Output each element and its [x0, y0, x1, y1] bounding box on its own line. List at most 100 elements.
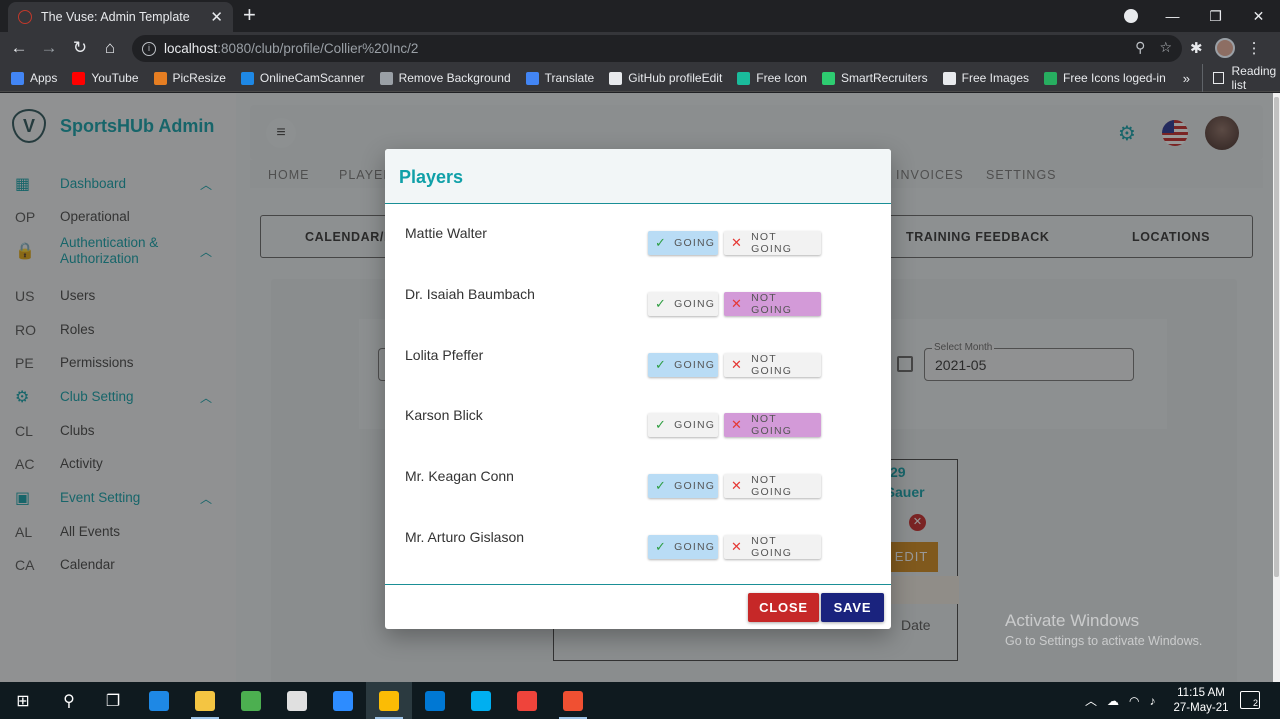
not-going-label: NOT GOING: [751, 535, 793, 559]
bookmark-item[interactable]: Free Images: [942, 71, 1030, 85]
not-going-button[interactable]: ✕ NOT GOING: [724, 352, 821, 377]
going-label: GOING: [674, 419, 716, 432]
close-icon: ✕: [731, 417, 744, 433]
close-icon: ✕: [731, 356, 744, 372]
vscode-icon[interactable]: [412, 682, 458, 719]
bookmark-label: Free Images: [961, 71, 1030, 85]
site-info-icon[interactable]: i: [142, 41, 156, 56]
tray-chevron-icon[interactable]: ︿: [1085, 692, 1097, 709]
going-button[interactable]: ✓ GOING: [648, 474, 718, 499]
zoom-icon[interactable]: ⚲: [1135, 39, 1145, 56]
bookmark-item[interactable]: Free Icons loged-in: [1044, 71, 1166, 85]
close-tab-icon[interactable]: ✕: [210, 8, 223, 26]
close-window-icon[interactable]: ✕: [1237, 8, 1280, 25]
going-button[interactable]: ✓ GOING: [648, 231, 718, 255]
wifi-icon[interactable]: ◠: [1129, 694, 1139, 708]
player-name: Mattie Walter: [405, 225, 487, 241]
task-view-icon[interactable]: ❐: [90, 682, 136, 719]
not-going-button[interactable]: ✕ NOT GOING: [724, 413, 821, 438]
check-icon: ✓: [655, 417, 668, 433]
bookmark-label: GitHub profileEdit: [628, 71, 723, 85]
not-going-button[interactable]: ✕ NOT GOING: [724, 231, 821, 255]
bookmark-favicon-icon: [1044, 71, 1058, 85]
reading-list-label: Reading list: [1231, 64, 1277, 92]
bookmarks-bar: Apps YouTube PicResize OnlineCamScanner Remo…: [0, 64, 1280, 92]
git-icon[interactable]: [550, 682, 596, 719]
clock-date: 27-May-21: [1173, 702, 1229, 714]
bookmark-item[interactable]: Remove Background: [379, 71, 511, 85]
bookmark-star-icon[interactable]: ☆: [1159, 39, 1172, 56]
zoom-app-icon[interactable]: [320, 682, 366, 719]
bookmark-label: Free Icons loged-in: [1063, 71, 1166, 85]
going-button[interactable]: ✓ GOING: [648, 352, 718, 377]
reading-list-button[interactable]: Reading list: [1202, 64, 1280, 92]
maximize-icon[interactable]: ❐: [1194, 8, 1237, 25]
scrollbar-thumb[interactable]: [1274, 97, 1279, 577]
search-icon[interactable]: ⚲: [46, 682, 92, 719]
bookmark-favicon-icon: [525, 71, 539, 85]
address-bar[interactable]: i localhost:8080/club/profile/Collier%20…: [132, 35, 1182, 62]
forward-icon[interactable]: →: [38, 38, 60, 58]
bookmark-favicon-icon: [821, 71, 835, 85]
close-icon: ✕: [731, 295, 744, 311]
volume-icon[interactable]: ♪: [1150, 694, 1156, 708]
bookmark-favicon-icon: [609, 71, 623, 85]
not-going-button[interactable]: ✕ NOT GOING: [724, 474, 821, 499]
more-bookmarks-icon[interactable]: »: [1183, 71, 1190, 86]
mail-icon[interactable]: [274, 682, 320, 719]
going-button[interactable]: ✓ GOING: [648, 291, 718, 316]
going-button[interactable]: ✓ GOING: [648, 535, 718, 559]
onedrive-icon[interactable]: ☁: [1107, 694, 1119, 708]
not-going-label: NOT GOING: [751, 231, 793, 255]
not-going-button[interactable]: ✕ NOT GOING: [724, 535, 821, 559]
clock[interactable]: 11:15 AM 27-May-21: [1170, 686, 1232, 716]
bookmark-item[interactable]: OnlineCamScanner: [240, 71, 365, 85]
going-button[interactable]: ✓ GOING: [648, 413, 718, 438]
reload-icon[interactable]: ↻: [69, 38, 91, 58]
dialog-footer: CLOSE SAVE: [385, 586, 891, 629]
bookmark-label: Remove Background: [398, 71, 511, 85]
start-windows-icon[interactable]: ⊞: [0, 682, 46, 719]
menu-dots-icon[interactable]: ⋮: [1247, 39, 1262, 57]
bookmark-item[interactable]: Apps: [11, 71, 57, 85]
bookmark-item[interactable]: Free Icon: [737, 71, 807, 85]
bookmark-label: Free Icon: [756, 71, 807, 85]
check-icon: ✓: [655, 539, 668, 554]
browser-toolbar: ← → ↻ ⌂ i localhost:8080/club/profile/Co…: [0, 32, 1280, 65]
bookmark-item[interactable]: GitHub profileEdit: [609, 71, 722, 85]
anydesk-icon[interactable]: [504, 682, 550, 719]
not-going-label: NOT GOING: [751, 413, 793, 438]
close-button[interactable]: CLOSE: [748, 593, 819, 622]
bookmark-favicon-icon: [11, 71, 24, 85]
media-control-icon[interactable]: [1124, 9, 1138, 23]
save-button[interactable]: SAVE: [821, 593, 884, 622]
not-going-label: NOT GOING: [751, 291, 793, 316]
notification-center-icon[interactable]: 2: [1240, 691, 1260, 709]
browser-tab[interactable]: The Vuse: Admin Template ✕: [8, 2, 233, 32]
store-icon[interactable]: [228, 682, 274, 719]
bookmark-item[interactable]: PicResize: [153, 71, 226, 85]
system-tray: ︿ ☁ ◠ ♪: [1085, 682, 1156, 719]
skype-icon[interactable]: [458, 682, 504, 719]
back-icon[interactable]: ←: [8, 38, 30, 58]
vuse-favicon-icon: [18, 10, 32, 24]
edge-icon[interactable]: [136, 682, 182, 719]
file-explorer-icon[interactable]: [182, 682, 228, 719]
bookmark-item[interactable]: SmartRecruiters: [821, 71, 928, 85]
minimize-icon[interactable]: —: [1151, 8, 1194, 24]
check-icon: ✓: [655, 295, 668, 311]
chrome-icon[interactable]: [366, 682, 412, 719]
bookmark-favicon-icon: [379, 71, 393, 85]
not-going-button[interactable]: ✕ NOT GOING: [724, 291, 821, 316]
new-tab-icon[interactable]: +: [243, 4, 256, 26]
page-scrollbar[interactable]: [1273, 93, 1280, 682]
bookmark-item[interactable]: Translate: [525, 71, 594, 85]
profile-avatar[interactable]: [1214, 38, 1235, 58]
reading-list-icon: [1213, 72, 1224, 84]
bookmark-item[interactable]: YouTube: [72, 71, 139, 85]
player-name: Dr. Isaiah Baumbach: [405, 285, 535, 302]
extensions-icon[interactable]: ✱: [1190, 39, 1203, 57]
window-controls: — ❐ ✕: [1151, 0, 1280, 32]
activate-windows-watermark: Activate Windows Go to Settings to activ…: [1005, 611, 1202, 648]
home-icon[interactable]: ⌂: [99, 38, 121, 58]
